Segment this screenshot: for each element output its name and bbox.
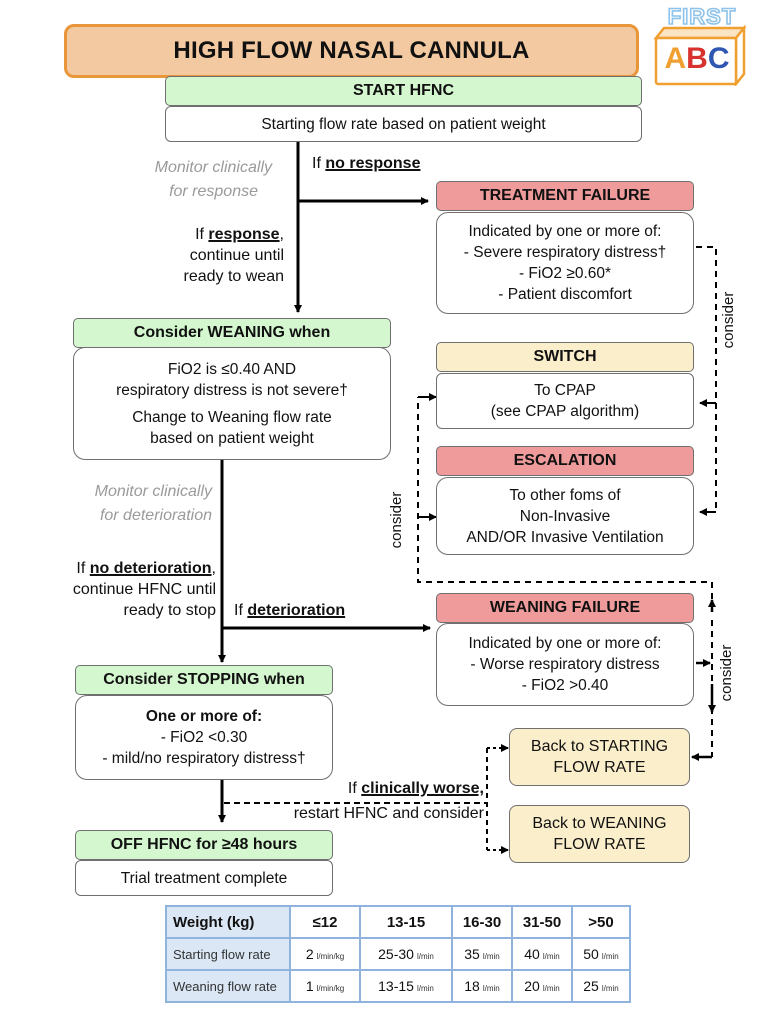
escalation-header: ESCALATION: [436, 446, 694, 476]
weaning-body: FiO2 is ≤0.40 AND respiratory distress i…: [73, 347, 391, 460]
table-cell: 50 l/min: [571, 937, 631, 971]
table-row-label: Weaning flow rate: [165, 969, 291, 1003]
weaning-header: Consider WEANING when: [73, 318, 391, 348]
table-row: Starting flow rate 2 l/min/kg 25-30 l/min …: [165, 937, 631, 971]
back-to-starting-flow-rate: Back to STARTING FLOW RATE: [509, 728, 690, 786]
treatment-failure-body: Indicated by one or more of: - Severe re…: [436, 212, 694, 314]
table-header-cell: 13-15: [359, 905, 453, 939]
table-header-cell: >50: [571, 905, 631, 939]
consider-label-right-top: consider: [720, 291, 737, 349]
table-cell: 20 l/min: [511, 969, 573, 1003]
escalation-body: To other foms of Non-Invasive AND/OR Inv…: [436, 477, 694, 555]
table-header-cell: 16-30: [451, 905, 513, 939]
stopping-header: Consider STOPPING when: [75, 665, 333, 695]
restart-hfnc-label: restart HFNC and consider: [293, 805, 484, 822]
table-header-cell: 31-50: [511, 905, 573, 939]
table-header-cell: Weight (kg): [165, 905, 291, 939]
stopping-body: One or more of: - FiO2 <0.30 - mild/no r…: [75, 695, 333, 780]
table-cell: 13-15 l/min: [359, 969, 453, 1003]
off-hfnc-header: OFF HFNC for ≥48 hours: [75, 830, 333, 860]
treatment-failure-header: TREATMENT FAILURE: [436, 181, 694, 211]
monitor-response-label: Monitor clinically for response: [154, 159, 272, 200]
clinically-worse-label: If clinically worse,: [347, 780, 484, 797]
consider-label-right-bottom: consider: [718, 644, 735, 702]
off-hfnc-body: Trial treatment complete: [75, 860, 333, 896]
response-label: If response, continue until ready to wea…: [183, 226, 284, 285]
table-cell: 25-30 l/min: [359, 937, 453, 971]
back-to-weaning-flow-rate: Back to WEANING FLOW RATE: [509, 805, 690, 863]
table-cell: 40 l/min: [511, 937, 573, 971]
logo-abc-text: ABC: [664, 42, 730, 75]
no-response-label: If no response: [312, 155, 421, 172]
consider-label-left: consider: [388, 491, 405, 549]
start-hfnc-header: START HFNC: [165, 76, 642, 106]
table-cell: 25 l/min: [571, 969, 631, 1003]
switch-header: SWITCH: [436, 342, 694, 372]
switch-body: To CPAP (see CPAP algorithm): [436, 373, 694, 429]
dashed-treatment-failure-consider: [696, 246, 717, 513]
weaning-failure-header: WEANING FAILURE: [436, 593, 694, 623]
weaning-failure-body: Indicated by one or more of: - Worse res…: [436, 623, 694, 706]
table-cell: 1 l/min/kg: [289, 969, 361, 1003]
table-cell: 35 l/min: [451, 937, 513, 971]
start-hfnc-body: Starting flow rate based on patient weig…: [165, 106, 642, 142]
first-abc-logo: FIRST ABC: [648, 3, 752, 88]
table-cell: 2 l/min/kg: [289, 937, 361, 971]
page-title: HIGH FLOW NASAL CANNULA: [64, 24, 639, 78]
logo-first-text: FIRST: [667, 3, 737, 30]
table-row: Weaning flow rate 1 l/min/kg 13-15 l/min 1…: [165, 969, 631, 1003]
table-row-label: Starting flow rate: [165, 937, 291, 971]
monitor-deterioration-label: Monitor clinically for deterioration: [94, 483, 212, 524]
no-deterioration-label: If no deterioration, continue HFNC until…: [72, 560, 216, 619]
table-header-row: Weight (kg) ≤12 13-15 16-30 31-50 >50: [165, 905, 631, 939]
table-header-cell: ≤12: [289, 905, 361, 939]
table-cell: 18 l/min: [451, 969, 513, 1003]
deterioration-label: If deterioration: [234, 602, 346, 619]
flow-rate-table: Weight (kg) ≤12 13-15 16-30 31-50 >50 St…: [165, 905, 631, 1003]
